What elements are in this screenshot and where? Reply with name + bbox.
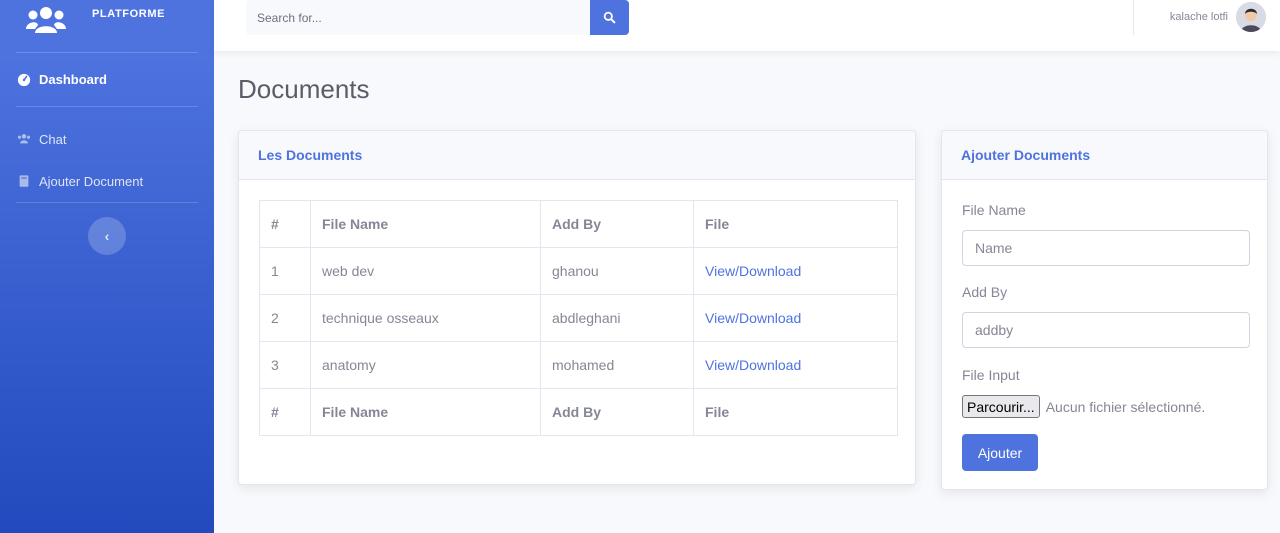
user-avatar[interactable] xyxy=(1236,2,1266,32)
sidebar-brand[interactable]: PLATFORME xyxy=(0,0,214,52)
search-input[interactable] xyxy=(246,0,590,35)
column-header: File Name xyxy=(310,200,541,248)
table-row: 3 anatomy mohamed View/Download xyxy=(259,341,898,389)
table-row: 1 web dev ghanou View/Download xyxy=(259,247,898,295)
file-status-text: Aucun fichier sélectionné. xyxy=(1045,398,1206,415)
page-title: Documents xyxy=(238,74,370,104)
file-name-cell: anatomy xyxy=(310,341,541,389)
card-title: Ajouter Documents xyxy=(942,131,1267,180)
file-name-cell: web dev xyxy=(310,247,541,295)
tachometer-icon xyxy=(17,73,31,86)
sidebar-toggle-button[interactable]: ‹ xyxy=(88,217,126,255)
row-number: 3 xyxy=(259,341,311,389)
file-input: Parcourir... Aucun fichier sélectionné. xyxy=(962,395,1205,418)
add-document-card: Ajouter Documents File Name Add By File … xyxy=(941,130,1268,490)
add-by-cell: mohamed xyxy=(540,341,694,389)
sidebar-item-chat[interactable]: Chat xyxy=(0,118,214,160)
column-footer: File Name xyxy=(310,388,541,436)
sidebar-item-label: Chat xyxy=(39,131,67,147)
search-button[interactable] xyxy=(590,0,629,35)
file-name-cell: technique osseaux xyxy=(310,294,541,342)
users-icon xyxy=(26,7,66,33)
column-footer: File xyxy=(693,388,898,436)
view-download-link[interactable]: View/Download xyxy=(693,294,898,342)
chevron-left-icon: ‹ xyxy=(104,228,110,244)
book-icon xyxy=(19,175,29,187)
add-by-label: Add By xyxy=(962,284,1008,300)
file-input-label: File Input xyxy=(962,367,1020,383)
card-title: Les Documents xyxy=(239,131,915,180)
column-footer: # xyxy=(259,388,311,436)
topbar-divider xyxy=(1133,0,1134,35)
sidebar: PLATFORME Dashboard Chat Ajouter Documen… xyxy=(0,0,214,533)
sidebar-divider xyxy=(16,106,198,107)
topbar: kalache lotfi xyxy=(214,0,1280,51)
column-header: File xyxy=(693,200,898,248)
ajouter-button[interactable]: Ajouter xyxy=(962,434,1038,471)
file-name-input[interactable] xyxy=(962,230,1250,266)
documents-card: Les Documents # File Name Add By File 1 … xyxy=(238,130,916,485)
table-header-row: # File Name Add By File xyxy=(259,200,898,248)
sidebar-divider xyxy=(16,202,198,203)
table-row: 2 technique osseaux abdleghani View/Down… xyxy=(259,294,898,342)
avatar-icon xyxy=(1236,2,1266,32)
sidebar-item-dashboard[interactable]: Dashboard xyxy=(0,53,214,106)
documents-table: # File Name Add By File 1 web dev ghanou… xyxy=(259,200,898,436)
add-by-input[interactable] xyxy=(962,312,1250,348)
column-footer: Add By xyxy=(540,388,694,436)
search-bar xyxy=(246,0,629,35)
brand-title: PLATFORME xyxy=(92,8,166,20)
sidebar-item-ajouter-document[interactable]: Ajouter Document xyxy=(0,160,214,202)
column-header: # xyxy=(259,200,311,248)
sidebar-item-label: Ajouter Document xyxy=(39,173,144,189)
view-download-link[interactable]: View/Download xyxy=(693,247,898,295)
table-footer-row: # File Name Add By File xyxy=(259,388,898,436)
browse-button[interactable]: Parcourir... xyxy=(962,395,1040,418)
row-number: 2 xyxy=(259,294,311,342)
add-by-cell: abdleghani xyxy=(540,294,694,342)
file-name-label: File Name xyxy=(962,202,1026,218)
users-icon xyxy=(17,134,31,144)
column-header: Add By xyxy=(540,200,694,248)
add-by-cell: ghanou xyxy=(540,247,694,295)
search-icon xyxy=(603,11,616,24)
sidebar-item-label: Dashboard xyxy=(39,72,107,87)
user-name[interactable]: kalache lotfi xyxy=(1170,11,1228,23)
row-number: 1 xyxy=(259,247,311,295)
view-download-link[interactable]: View/Download xyxy=(693,341,898,389)
